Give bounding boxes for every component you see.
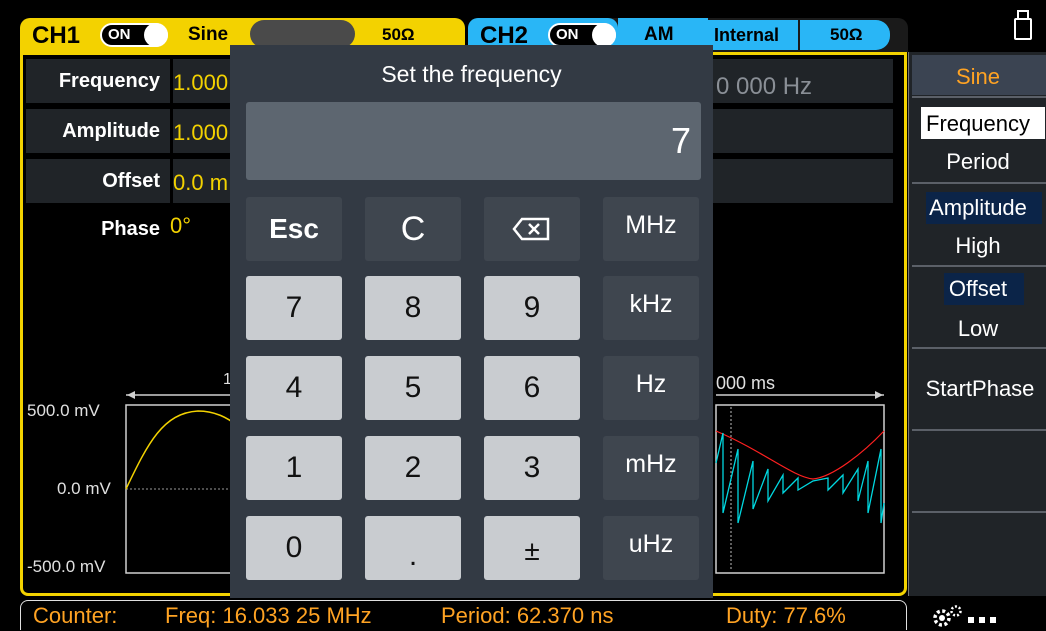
ch2-am-wave <box>715 432 885 524</box>
softkey-period[interactable]: Period <box>916 149 1040 175</box>
digit-4-button[interactable]: 4 <box>246 356 342 420</box>
param-phase-label[interactable]: Phase <box>26 207 170 251</box>
usb-icon <box>1014 10 1032 40</box>
softkey-offset[interactable]: Offset <box>916 276 1040 302</box>
more-icon <box>968 617 996 623</box>
y-label-top: 500.0 mV <box>27 401 100 420</box>
unit-mhz-milli-button[interactable]: mHz <box>603 436 699 500</box>
y-label-mid: 0.0 mV <box>57 479 111 498</box>
ch2-frequency-fragment: 0 000 Hz <box>716 73 813 100</box>
softkey-divider <box>912 265 1046 267</box>
ch1-toggle-knob <box>144 23 168 47</box>
esc-button[interactable]: Esc <box>246 197 342 261</box>
param-offset-label[interactable]: Offset <box>26 159 170 203</box>
param-amplitude-label[interactable]: Amplitude <box>26 109 170 153</box>
digit-6-button[interactable]: 6 <box>484 356 580 420</box>
ch2-toggle-label: ON <box>556 26 579 43</box>
softkey-divider <box>912 182 1046 184</box>
ch1-toggle-label: ON <box>108 26 131 43</box>
frequency-entry-field[interactable]: 7 <box>246 102 701 180</box>
softkey-divider <box>912 429 1046 431</box>
decimal-point-button[interactable]: . <box>365 516 461 580</box>
ch1-sine-wave <box>125 410 237 490</box>
unit-hz-button[interactable]: Hz <box>603 356 699 420</box>
frequency-input-dialog: Set the frequency 7 Esc C MHz 7 8 9 kHz … <box>230 45 713 598</box>
ch2-mod-type: AM <box>644 24 674 45</box>
digit-7-button[interactable]: 7 <box>246 276 342 340</box>
counter-period: Period: 62.370 ns <box>441 603 614 628</box>
counter-duty: Duty: 77.6% <box>726 603 846 628</box>
ch2-toggle-knob <box>592 23 616 47</box>
ch2-envelope-upper <box>715 430 885 480</box>
plus-minus-button[interactable]: ± <box>484 516 580 580</box>
unit-khz-button[interactable]: kHz <box>603 276 699 340</box>
softkey-startphase[interactable]: StartPhase <box>914 376 1046 402</box>
softkey-frequency[interactable]: Frequency <box>916 111 1040 137</box>
counter-label: Counter: <box>33 603 118 628</box>
param-phase-value[interactable]: 0° <box>170 213 191 239</box>
ch2-output-toggle[interactable]: ON <box>548 23 616 47</box>
ch1-wave-type: Sine <box>188 24 229 45</box>
digit-9-button[interactable]: 9 <box>484 276 580 340</box>
ch2-time-marker-arrow <box>875 391 883 399</box>
digit-5-button[interactable]: 5 <box>365 356 461 420</box>
softkey-divider <box>912 511 1046 513</box>
ch1-label: CH1 <box>32 22 81 49</box>
digit-3-button[interactable]: 3 <box>484 436 580 500</box>
unit-uhz-button[interactable]: uHz <box>603 516 699 580</box>
frequency-entry-value: 7 <box>670 120 691 161</box>
counter-frequency: Freq: 16.033 25 MHz <box>165 603 372 628</box>
backspace-button[interactable] <box>484 197 580 261</box>
ch1-tab-field <box>250 20 355 48</box>
backspace-icon <box>512 217 550 241</box>
digit-8-button[interactable]: 8 <box>365 276 461 340</box>
counter-bar[interactable]: Counter: Freq: 16.033 25 MHz Period: 62.… <box>20 600 907 630</box>
digit-1-button[interactable]: 1 <box>246 436 342 500</box>
softkey-amplitude[interactable]: Amplitude <box>916 195 1040 221</box>
param-frequency-label[interactable]: Frequency <box>26 59 170 103</box>
ch1-output-toggle[interactable]: ON <box>100 23 168 47</box>
y-label-bottom: -500.0 mV <box>27 557 106 576</box>
softkey-divider <box>912 96 1046 98</box>
softkey-low[interactable]: Low <box>916 316 1040 342</box>
ch2-load: 50Ω <box>830 25 863 44</box>
softkey-divider <box>912 347 1046 349</box>
dialog-title: Set the frequency <box>381 61 562 87</box>
settings-menu-button[interactable] <box>930 601 1040 630</box>
softkey-high[interactable]: High <box>916 233 1040 259</box>
ch2-mod-source: Internal <box>714 25 780 45</box>
clear-button[interactable]: C <box>365 197 461 261</box>
ch1-load: 50Ω <box>382 25 415 44</box>
softkey-wave-type[interactable]: Sine <box>916 64 1040 90</box>
ch1-time-marker-arrow <box>127 391 135 399</box>
unit-mhz-button[interactable]: MHz <box>603 197 699 261</box>
digit-2-button[interactable]: 2 <box>365 436 461 500</box>
digit-0-button[interactable]: 0 <box>246 516 342 580</box>
